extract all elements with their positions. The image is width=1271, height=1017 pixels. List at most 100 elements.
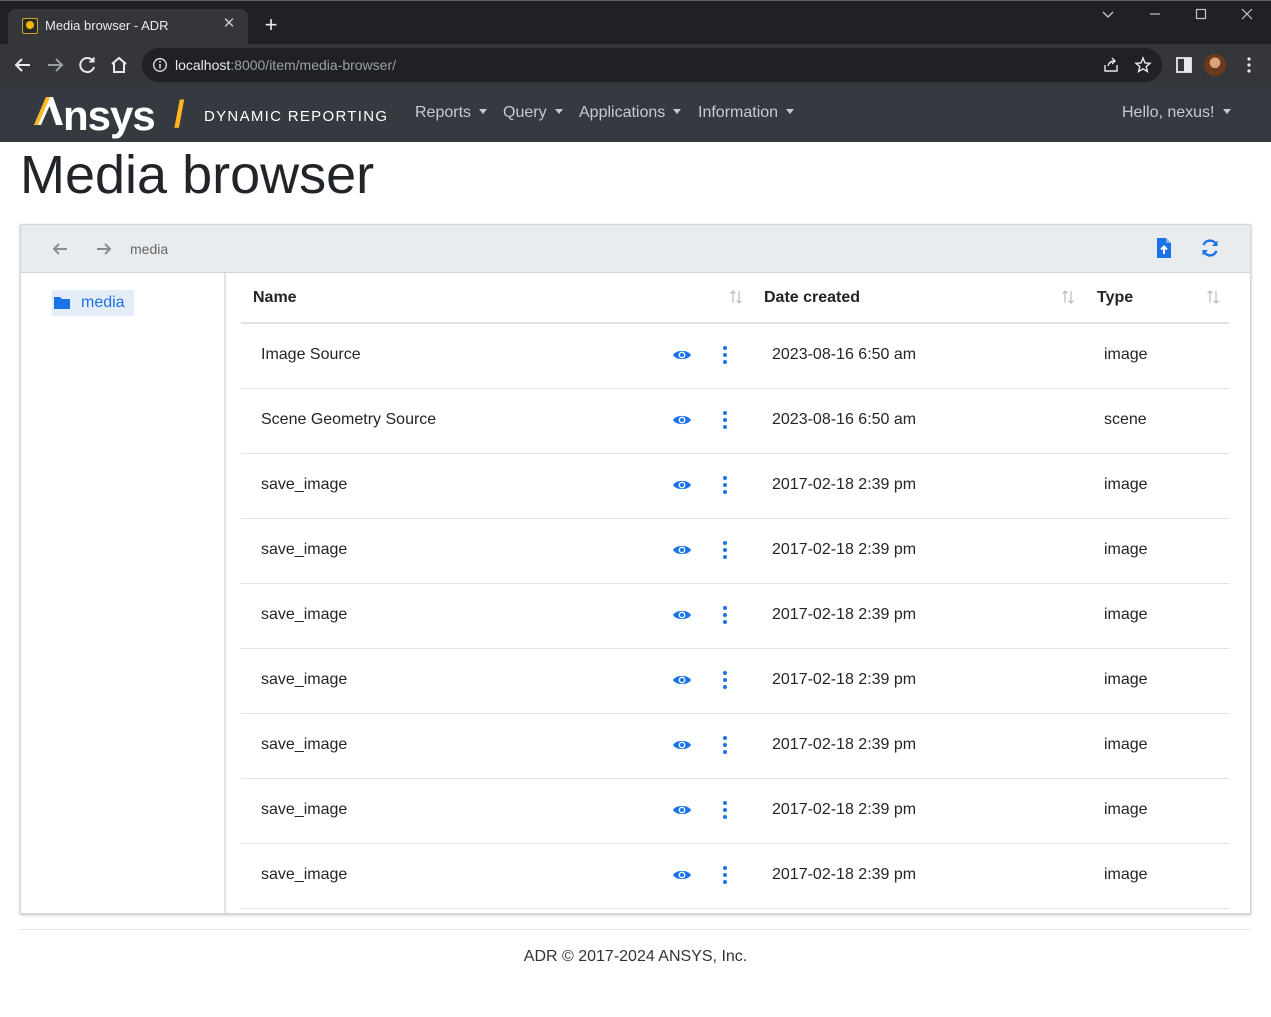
column-header-date-created[interactable]: Date created [764,289,860,307]
current-path: media [130,241,169,257]
brand-slash: / [174,94,185,136]
eye-icon[interactable] [672,802,692,818]
more-vertical-icon[interactable] [719,800,731,820]
forward-arrow-icon[interactable] [93,238,115,260]
cell-name[interactable]: save_image [261,866,347,884]
cell-name[interactable]: save_image [261,606,347,624]
more-vertical-icon[interactable] [719,540,731,560]
cell-date-created: 2017-02-18 2:39 pm [772,541,917,558]
tree-item-label: media [81,294,125,311]
cell-name[interactable]: save_image [261,671,347,689]
more-vertical-icon[interactable] [719,735,731,755]
column-header-name[interactable]: Name [253,289,297,307]
more-vertical-icon[interactable] [719,345,731,365]
cell-date-created: 2023-08-16 6:50 am [772,411,917,428]
table-row[interactable]: save_image 2017-02-18 2:39 pm image [241,649,1229,714]
cell-name[interactable]: save_image [261,801,347,819]
cell-date-created: 2017-02-18 2:39 pm [772,606,917,623]
table-row[interactable]: save_image 2017-02-18 2:39 pm image [241,714,1229,779]
tab-search-icon[interactable] [1093,5,1123,27]
table-row[interactable]: Scene Geometry Source 2023-08-16 6:50 am… [241,389,1229,454]
cell-name[interactable]: save_image [261,476,347,494]
cell-name[interactable]: Scene Geometry Source [261,411,436,429]
cell-name[interactable]: Image Source [261,346,361,364]
eye-icon[interactable] [672,477,692,493]
table-row[interactable]: save_image 2017-02-18 2:39 pm image [241,779,1229,844]
minimize-button[interactable] [1140,5,1170,27]
adr-favicon-icon [22,18,38,34]
chevron-down-icon [479,109,488,114]
table-row[interactable]: Image Source 2023-08-16 6:50 am image [241,324,1229,389]
menu-applications[interactable]: Applications [579,104,682,122]
share-icon[interactable] [1102,56,1120,74]
more-vertical-icon[interactable] [719,475,731,495]
menu-information[interactable]: Information [698,104,795,122]
cell-date-created: 2023-08-16 6:50 am [772,346,917,363]
cell-type: scene [1104,411,1147,428]
profile-avatar[interactable] [1204,54,1226,76]
eye-icon[interactable] [672,412,692,428]
menu-query[interactable]: Query [503,104,563,122]
back-arrow-icon[interactable] [49,238,71,260]
url-text[interactable]: localhost:8000/item/media-browser/ [175,57,396,73]
upload-file-icon[interactable] [1152,236,1176,260]
cell-date-created: 2017-02-18 2:39 pm [772,801,917,818]
more-vertical-icon[interactable] [719,865,731,885]
bookmark-star-icon[interactable] [1134,56,1152,74]
refresh-icon[interactable] [1198,236,1222,260]
table-row[interactable]: save_image 2017-02-18 2:39 pm image [241,519,1229,584]
table-row[interactable]: save_image 2017-02-18 2:39 pm image [241,844,1229,909]
tab-close-icon[interactable]: ✕ [218,13,240,35]
column-header-type[interactable]: Type [1097,289,1133,307]
sort-icon[interactable] [1061,289,1075,305]
more-menu-icon[interactable] [1238,54,1260,76]
page-title: Media browser [20,145,375,205]
forward-arrow-icon[interactable] [41,51,69,79]
cell-date-created: 2017-02-18 2:39 pm [772,671,917,688]
file-table: Name Date created Type Image Source 2023… [241,273,1231,913]
eye-icon[interactable] [672,672,692,688]
cell-date-created: 2017-02-18 2:39 pm [772,476,917,493]
chevron-down-icon [673,109,682,114]
more-vertical-icon[interactable] [719,670,731,690]
eye-icon[interactable] [672,607,692,623]
more-vertical-icon[interactable] [719,410,731,430]
browser-tab[interactable]: Media browser - ADR ✕ [8,9,248,45]
folder-tree: media [21,273,226,913]
brand-subtitle[interactable]: DYNAMIC REPORTING [204,108,388,125]
browser-titlebar: Media browser - ADR ✕ + [0,0,1271,45]
cell-type: image [1104,541,1148,558]
cell-date-created: 2017-02-18 2:39 pm [772,866,917,883]
table-row[interactable]: save_image 2017-02-18 2:39 pm image [241,454,1229,519]
folder-icon [54,297,70,309]
eye-icon[interactable] [672,867,692,883]
reload-icon[interactable] [73,51,101,79]
cell-name[interactable]: save_image [261,541,347,559]
cell-name[interactable]: save_image [261,736,347,754]
cell-type: image [1104,346,1148,363]
site-info-icon[interactable] [152,57,168,73]
new-tab-button[interactable]: + [258,13,284,39]
media-browser: media media Name Date created Type Image… [20,224,1251,914]
eye-icon[interactable] [672,737,692,753]
user-menu[interactable]: Hello, nexus! [1122,104,1231,122]
back-arrow-icon[interactable] [9,51,37,79]
eye-icon[interactable] [672,542,692,558]
eye-icon[interactable] [672,347,692,363]
footer-copyright: ADR © 2017-2024 ANSYS, Inc. [523,948,748,965]
address-bar[interactable]: localhost:8000/item/media-browser/ [142,48,1162,82]
tree-item-media[interactable]: media [52,290,134,316]
sort-icon[interactable] [1206,289,1220,305]
sort-icon[interactable] [729,289,743,305]
close-window-button[interactable] [1232,5,1262,27]
ansys-a-logo-icon [34,97,63,125]
table-row[interactable]: save_image 2017-02-18 2:39 pm image [241,584,1229,649]
side-panel-icon[interactable] [1173,54,1195,76]
maximize-button[interactable] [1186,5,1216,27]
home-icon[interactable] [105,51,133,79]
more-vertical-icon[interactable] [719,605,731,625]
browser-toolbar: localhost:8000/item/media-browser/ [0,44,1271,86]
chevron-down-icon [1222,109,1231,114]
menu-reports[interactable]: Reports [415,104,488,122]
footer-divider [20,929,1251,930]
